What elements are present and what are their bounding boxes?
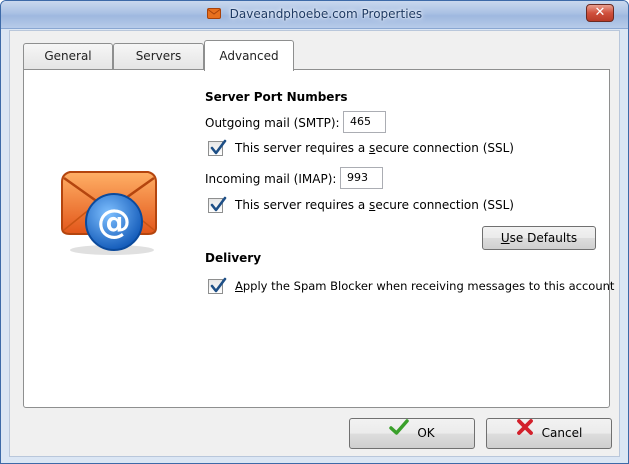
outgoing-ssl-text-a: This server requires a — [235, 141, 370, 155]
tab-servers[interactable]: Servers — [113, 43, 204, 70]
incoming-ssl-text-a: This server requires a — [235, 198, 370, 212]
use-defaults-button[interactable]: Use Defaults — [482, 226, 596, 250]
checkmark-icon — [210, 277, 227, 293]
title-bar[interactable]: Daveandphoebe.com Properties ✕ — [1, 1, 628, 29]
ok-label: OK — [417, 426, 435, 440]
incoming-port-value: 993 — [347, 171, 368, 184]
spam-accel: A — [235, 279, 243, 293]
title-group: Daveandphoebe.com Properties — [1, 7, 628, 21]
incoming-ssl-label[interactable]: This server requires a secure connection… — [235, 198, 514, 212]
server-port-heading: Server Port Numbers — [205, 90, 348, 104]
properties-dialog: Daveandphoebe.com Properties ✕ General S… — [0, 0, 629, 464]
cancel-button[interactable]: Cancel — [486, 418, 612, 449]
advanced-panel: @ Server Port Numbers Outgoing mail (SMT… — [23, 69, 614, 408]
outgoing-mail-label: Outgoing mail (SMTP): — [205, 116, 340, 130]
red-x-icon — [516, 418, 534, 447]
close-icon: ✕ — [594, 5, 606, 20]
envelope-icon — [206, 8, 221, 19]
svg-text:@: @ — [97, 202, 131, 242]
outgoing-port-field[interactable]: 465 — [343, 111, 386, 133]
tab-advanced-label: Advanced — [219, 49, 279, 63]
outgoing-ssl-checkbox[interactable] — [208, 139, 227, 156]
incoming-port-field[interactable]: 993 — [340, 167, 383, 189]
ok-button[interactable]: OK — [349, 418, 475, 449]
close-button[interactable]: ✕ — [586, 4, 614, 22]
spam-blocker-label[interactable]: Apply the Spam Blocker when receiving me… — [235, 279, 614, 293]
incoming-ssl-text-b: ecure connection (SSL) — [375, 198, 514, 212]
incoming-mail-label: Incoming mail (IMAP): — [205, 172, 337, 186]
use-defaults-accel: U — [500, 231, 510, 245]
dialog-client-area: General Servers Advanced @ Server Port N… — [9, 30, 620, 457]
delivery-heading: Delivery — [205, 251, 262, 265]
spam-blocker-checkbox[interactable] — [208, 277, 227, 294]
window-title: Daveandphoebe.com Properties — [229, 7, 423, 21]
mail-at-icon: @ — [54, 142, 164, 257]
use-defaults-label: se Defaults — [509, 231, 578, 245]
tab-servers-label: Servers — [135, 49, 182, 63]
tab-general-label: General — [44, 49, 92, 63]
incoming-ssl-checkbox[interactable] — [208, 196, 227, 213]
outgoing-ssl-label[interactable]: This server requires a secure connection… — [235, 141, 514, 155]
checkmark-icon — [210, 196, 227, 212]
tab-advanced[interactable]: Advanced — [204, 40, 294, 71]
outgoing-ssl-text-b: ecure connection (SSL) — [375, 141, 514, 155]
spam-text: pply the Spam Blocker when receiving mes… — [242, 279, 615, 293]
checkmark-icon — [210, 139, 227, 155]
cancel-label: Cancel — [541, 426, 583, 440]
tab-general[interactable]: General — [23, 43, 113, 70]
outgoing-port-value: 465 — [350, 115, 371, 128]
green-check-icon — [389, 418, 410, 447]
